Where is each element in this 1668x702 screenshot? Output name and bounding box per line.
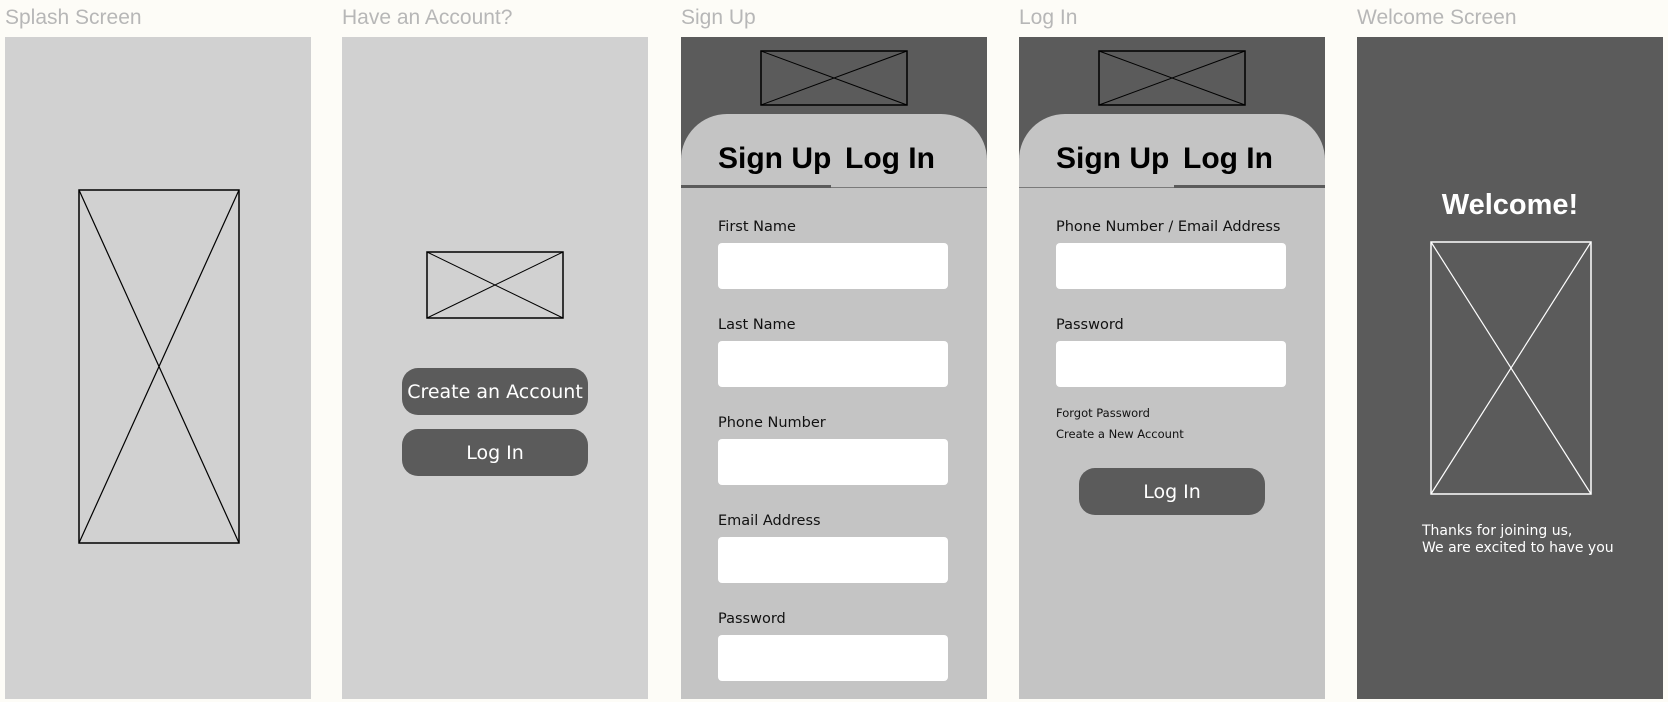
forgot-password-link[interactable]: Forgot Password — [1056, 406, 1150, 420]
image-placeholder-icon — [1098, 50, 1246, 106]
signup-frame: Sign Up Log In First Name Last Name Phon… — [681, 37, 987, 699]
splash-frame-title: Splash Screen — [5, 6, 142, 29]
image-placeholder-icon — [426, 251, 564, 319]
tab-sign-up[interactable]: Sign Up — [1056, 142, 1169, 176]
password-label: Password — [718, 611, 786, 627]
have-account-frame-title: Have an Account? — [342, 6, 513, 29]
first-name-label: First Name — [718, 219, 796, 235]
welcome-message-line-2: We are excited to have you — [1422, 540, 1614, 556]
create-account-button[interactable]: Create an Account — [402, 368, 588, 415]
welcome-frame: Welcome! Thanks for joining us, We are e… — [1357, 37, 1663, 699]
phone-email-field[interactable] — [1056, 243, 1286, 289]
last-name-field[interactable] — [718, 341, 948, 387]
email-address-field[interactable] — [718, 537, 948, 583]
splash-screen-frame — [5, 37, 311, 699]
login-frame-title: Log In — [1019, 6, 1078, 29]
login-button[interactable]: Log In — [1079, 468, 1265, 515]
phone-email-label: Phone Number / Email Address — [1056, 219, 1281, 235]
password-field[interactable] — [718, 635, 948, 681]
password-field[interactable] — [1056, 341, 1286, 387]
welcome-heading: Welcome! — [1441, 189, 1579, 221]
create-new-account-link[interactable]: Create a New Account — [1056, 427, 1184, 441]
image-placeholder-icon — [760, 50, 908, 106]
welcome-message-line-1: Thanks for joining us, — [1422, 523, 1573, 539]
welcome-frame-title: Welcome Screen — [1357, 6, 1517, 29]
password-label: Password — [1056, 317, 1124, 333]
phone-number-field[interactable] — [718, 439, 948, 485]
tab-log-in[interactable]: Log In — [845, 142, 935, 176]
tab-sign-up[interactable]: Sign Up — [718, 142, 831, 176]
have-account-frame: Create an Account Log In — [342, 37, 648, 699]
signup-frame-title: Sign Up — [681, 6, 756, 29]
active-tab-indicator — [1174, 185, 1325, 188]
email-address-label: Email Address — [718, 513, 821, 529]
active-tab-indicator — [681, 185, 831, 188]
first-name-field[interactable] — [718, 243, 948, 289]
login-button[interactable]: Log In — [402, 429, 588, 476]
image-placeholder-icon — [1430, 241, 1592, 495]
tab-log-in[interactable]: Log In — [1183, 142, 1273, 176]
login-frame: Sign Up Log In Phone Number / Email Addr… — [1019, 37, 1325, 699]
phone-number-label: Phone Number — [718, 415, 826, 431]
image-placeholder-icon — [78, 189, 240, 544]
last-name-label: Last Name — [718, 317, 796, 333]
welcome-message: Thanks for joining us, We are excited to… — [1422, 523, 1614, 557]
